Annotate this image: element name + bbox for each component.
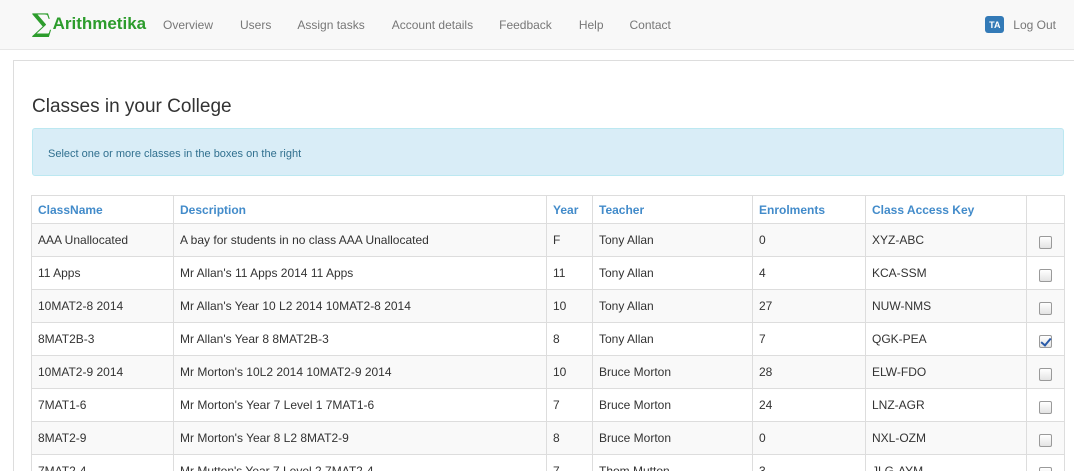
nav-overview[interactable]: Overview: [163, 18, 213, 32]
nav-account-details[interactable]: Account details: [392, 18, 473, 32]
cell-year: 7: [546, 454, 593, 471]
cell-enrolments: 27: [752, 289, 866, 323]
cell-teacher: Thom Mutton: [592, 454, 753, 471]
top-navbar: ∑ Arithmetika Overview Users Assign task…: [0, 0, 1074, 50]
nav-help[interactable]: Help: [579, 18, 604, 32]
cell-select: [1026, 388, 1065, 422]
cell-access-key: LNZ-AGR: [865, 388, 1027, 422]
classes-table: ClassName Description Year Teacher Enrol…: [31, 195, 1065, 471]
cell-description: Mr Allan's Year 10 L2 2014 10MAT2-8 2014: [173, 289, 547, 323]
cell-enrolments: 0: [752, 421, 866, 455]
cell-year: 8: [546, 322, 593, 356]
table-row: 7MAT2-4 Mr Mutton's Year 7 Level 2 7MAT2-…: [31, 454, 1065, 471]
cell-enrolments: 4: [752, 256, 866, 290]
cell-select: [1026, 256, 1065, 290]
user-menu: TA Log Out: [985, 16, 1056, 33]
cell-access-key: NUW-NMS: [865, 289, 1027, 323]
sigma-icon: ∑: [32, 9, 52, 39]
select-class-checkbox[interactable]: [1039, 367, 1052, 381]
cell-select: [1026, 355, 1065, 389]
cell-enrolments: 0: [752, 223, 866, 257]
table-row: 7MAT1-6 Mr Morton's Year 7 Level 1 7MAT1-…: [31, 388, 1065, 422]
cell-description: A bay for students in no class AAA Unall…: [173, 223, 547, 257]
info-alert: Select one or more classes in the boxes …: [32, 128, 1064, 176]
cell-year: 10: [546, 355, 593, 389]
cell-description: Mr Mutton's Year 7 Level 2 7MAT2-4: [173, 454, 547, 471]
cell-select: [1026, 223, 1065, 257]
cell-year: 11: [546, 256, 593, 290]
cell-access-key: QGK-PEA: [865, 322, 1027, 356]
cell-teacher: Bruce Morton: [592, 388, 753, 422]
cell-teacher: Tony Allan: [592, 223, 753, 257]
cell-select: [1026, 322, 1065, 356]
cell-teacher: Tony Allan: [592, 322, 753, 356]
brand-logo[interactable]: ∑ Arithmetika: [32, 9, 147, 39]
nav-assign-tasks[interactable]: Assign tasks: [297, 18, 364, 32]
cell-teacher: Bruce Morton: [592, 421, 753, 455]
cell-year: 10: [546, 289, 593, 323]
cell-classname: 10MAT2-8 2014: [31, 289, 174, 323]
select-class-checkbox[interactable]: [1039, 433, 1052, 447]
cell-enrolments: 28: [752, 355, 866, 389]
cell-select: [1026, 289, 1065, 323]
cell-access-key: NXL-OZM: [865, 421, 1027, 455]
table-row: AAA Unallocated A bay for students in no …: [31, 223, 1065, 257]
cell-select: [1026, 421, 1065, 455]
select-class-checkbox[interactable]: [1039, 268, 1052, 282]
select-class-checkbox[interactable]: [1039, 400, 1052, 414]
cell-teacher: Tony Allan: [592, 289, 753, 323]
cell-teacher: Tony Allan: [592, 256, 753, 290]
col-header-classname[interactable]: ClassName: [31, 195, 174, 224]
select-class-checkbox[interactable]: [1039, 301, 1052, 315]
table-row: 10MAT2-8 2014 Mr Allan's Year 10 L2 2014 …: [31, 289, 1065, 323]
cell-classname: 8MAT2-9: [31, 421, 174, 455]
cell-classname: 7MAT2-4: [31, 454, 174, 471]
cell-description: Mr Allan's Year 8 8MAT2B-3: [173, 322, 547, 356]
logout-link[interactable]: Log Out: [1013, 18, 1056, 32]
cell-classname: 11 Apps: [31, 256, 174, 290]
nav-contact[interactable]: Contact: [630, 18, 671, 32]
col-header-select: [1026, 195, 1065, 224]
col-header-teacher[interactable]: Teacher: [592, 195, 753, 224]
cell-enrolments: 24: [752, 388, 866, 422]
cell-year: 8: [546, 421, 593, 455]
cell-classname: 8MAT2B-3: [31, 322, 174, 356]
table-row: 11 Apps Mr Allan's 11 Apps 2014 11 Apps 11…: [31, 256, 1065, 290]
nav-users[interactable]: Users: [240, 18, 271, 32]
col-header-year[interactable]: Year: [546, 195, 593, 224]
cell-classname: 10MAT2-9 2014: [31, 355, 174, 389]
cell-enrolments: 7: [752, 322, 866, 356]
select-class-checkbox[interactable]: [1039, 466, 1052, 471]
table-row: 8MAT2B-3 Mr Allan's Year 8 8MAT2B-3 8 Tony …: [31, 322, 1065, 356]
col-header-access-key[interactable]: Class Access Key: [865, 195, 1027, 224]
select-class-checkbox[interactable]: [1039, 334, 1052, 348]
cell-classname: 7MAT1-6: [31, 388, 174, 422]
cell-description: Mr Morton's 10L2 2014 10MAT2-9 2014: [173, 355, 547, 389]
page-title: Classes in your College: [32, 96, 232, 117]
col-header-description[interactable]: Description: [173, 195, 547, 224]
cell-teacher: Bruce Morton: [592, 355, 753, 389]
cell-description: Mr Morton's Year 7 Level 1 7MAT1-6: [173, 388, 547, 422]
main-nav: Overview Users Assign tasks Account deta…: [163, 18, 699, 32]
cell-year: F: [546, 223, 593, 257]
cell-access-key: JLG-AYM: [865, 454, 1027, 471]
col-header-enrolments[interactable]: Enrolments: [752, 195, 866, 224]
cell-access-key: XYZ-ABC: [865, 223, 1027, 257]
avatar[interactable]: TA: [985, 16, 1005, 33]
brand-name: Arithmetika: [52, 14, 147, 33]
table-row: 10MAT2-9 2014 Mr Morton's 10L2 2014 10MAT…: [31, 355, 1065, 389]
table-header-row: ClassName Description Year Teacher Enrol…: [31, 195, 1065, 224]
cell-classname: AAA Unallocated: [31, 223, 174, 257]
select-class-checkbox[interactable]: [1039, 235, 1052, 249]
cell-description: Mr Morton's Year 8 L2 8MAT2-9: [173, 421, 547, 455]
cell-enrolments: 3: [752, 454, 866, 471]
cell-select: [1026, 454, 1065, 471]
cell-access-key: KCA-SSM: [865, 256, 1027, 290]
nav-feedback[interactable]: Feedback: [499, 18, 552, 32]
cell-description: Mr Allan's 11 Apps 2014 11 Apps: [173, 256, 547, 290]
cell-year: 7: [546, 388, 593, 422]
table-row: 8MAT2-9 Mr Morton's Year 8 L2 8MAT2-9 8 Bru…: [31, 421, 1065, 455]
cell-access-key: ELW-FDO: [865, 355, 1027, 389]
